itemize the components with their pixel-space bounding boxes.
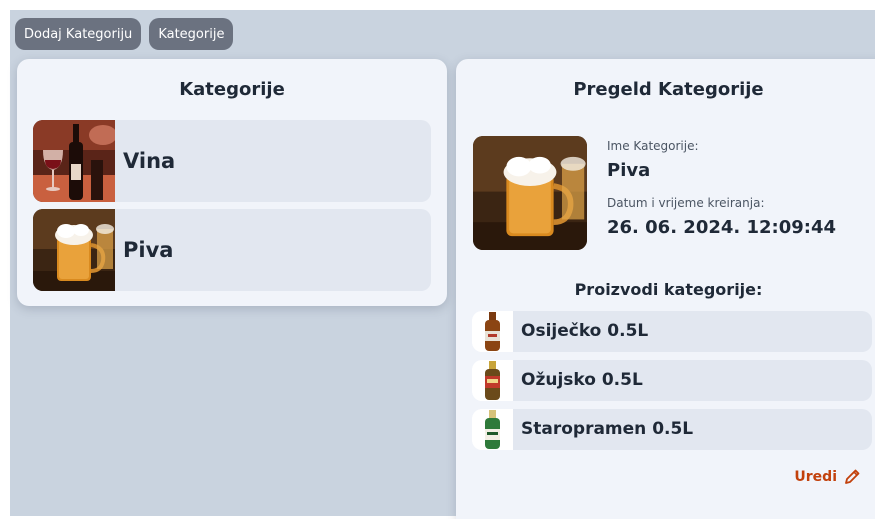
edit-button[interactable]: Uredi	[794, 468, 861, 486]
product-label: Osiječko 0.5L	[521, 321, 649, 341]
categories-title: Kategorije	[179, 79, 285, 100]
top-toolbar: Dodaj Kategoriju Kategorije	[15, 18, 234, 50]
wine-photo	[33, 120, 115, 202]
date-value: 26. 06. 2024. 12:09:44	[607, 217, 837, 238]
edit-label: Uredi	[794, 469, 837, 485]
category-label: Vina	[123, 149, 176, 173]
category-image	[473, 136, 587, 250]
category-item-vina[interactable]: Vina	[33, 120, 431, 202]
product-label: Ožujsko 0.5L	[521, 370, 643, 390]
bottle-staropramen	[472, 409, 513, 450]
beer-photo	[473, 136, 587, 250]
bottle-ozujsko	[472, 360, 513, 401]
app-background: Dodaj Kategoriju Kategorije Kategorije V…	[10, 10, 875, 519]
name-label: Ime Kategorije:	[607, 139, 699, 153]
product-label: Staropramen 0.5L	[521, 419, 694, 439]
name-value: Piva	[607, 160, 651, 181]
category-detail-panel: Pregeld Kategorije Ime Kategorije: Piva …	[456, 59, 875, 519]
bottle-osijecko	[472, 311, 513, 352]
product-item-staropramen[interactable]: Staropramen 0.5L	[472, 409, 872, 450]
pencil-icon	[845, 469, 860, 484]
products-title: Proizvodi kategorije:	[574, 280, 763, 299]
detail-title: Pregeld Kategorije	[573, 79, 764, 100]
date-label: Datum i vrijeme kreiranja:	[607, 196, 765, 210]
categories-panel: Kategorije Vina Piva	[17, 59, 447, 306]
product-item-ozujsko[interactable]: Ožujsko 0.5L	[472, 360, 872, 401]
category-item-piva[interactable]: Piva	[33, 209, 431, 291]
beer-photo	[33, 209, 115, 291]
add-category-button[interactable]: Dodaj Kategoriju	[15, 18, 142, 50]
product-item-osijecko[interactable]: Osiječko 0.5L	[472, 311, 872, 352]
category-label: Piva	[123, 238, 174, 262]
categories-button[interactable]: Kategorije	[149, 18, 234, 50]
